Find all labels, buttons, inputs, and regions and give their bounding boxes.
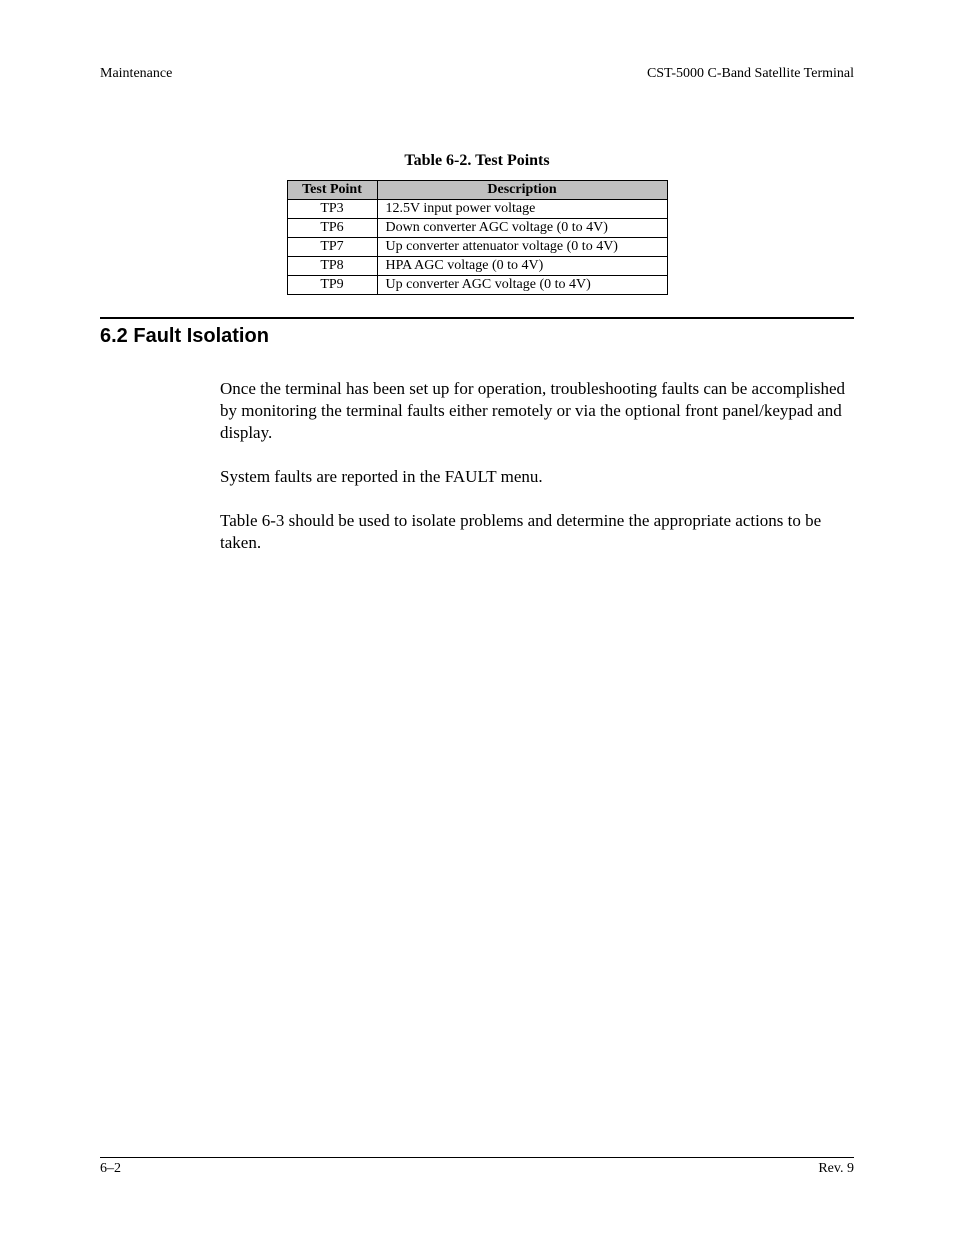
table-cell-tp: TP8 [287,257,377,276]
body-paragraph: System faults are reported in the FAULT … [220,466,849,488]
table-cell-desc: 12.5V input power voltage [377,200,667,219]
table-header-test-point: Test Point [287,181,377,200]
table-row: TP6 Down converter AGC voltage (0 to 4V) [287,219,667,238]
table-cell-desc: Down converter AGC voltage (0 to 4V) [377,219,667,238]
footer-revision: Rev. 9 [818,1161,854,1177]
table-header-row: Test Point Description [287,181,667,200]
section-divider [100,317,854,319]
page-header: Maintenance CST-5000 C-Band Satellite Te… [100,66,854,82]
table-row: TP3 12.5V input power voltage [287,200,667,219]
table-cell-desc: Up converter AGC voltage (0 to 4V) [377,276,667,295]
table-caption: Table 6-2. Test Points [100,152,854,170]
table-cell-desc: Up converter attenuator voltage (0 to 4V… [377,238,667,257]
header-left: Maintenance [100,66,172,82]
body-paragraph: Table 6-3 should be used to isolate prob… [220,510,849,554]
body-paragraph: Once the terminal has been set up for op… [220,378,849,444]
footer-page-number: 6–2 [100,1161,121,1177]
table-cell-tp: TP9 [287,276,377,295]
table-row: TP9 Up converter AGC voltage (0 to 4V) [287,276,667,295]
footer-divider [100,1157,854,1158]
table-header-description: Description [377,181,667,200]
table-cell-tp: TP3 [287,200,377,219]
table-cell-tp: TP7 [287,238,377,257]
test-points-table: Test Point Description TP3 12.5V input p… [287,180,668,295]
table-cell-desc: HPA AGC voltage (0 to 4V) [377,257,667,276]
table-row: TP7 Up converter attenuator voltage (0 t… [287,238,667,257]
header-right: CST-5000 C-Band Satellite Terminal [647,66,854,82]
section-heading: 6.2 Fault Isolation [100,325,854,348]
page-footer: 6–2 Rev. 9 [100,1157,854,1177]
table-cell-tp: TP6 [287,219,377,238]
table-row: TP8 HPA AGC voltage (0 to 4V) [287,257,667,276]
